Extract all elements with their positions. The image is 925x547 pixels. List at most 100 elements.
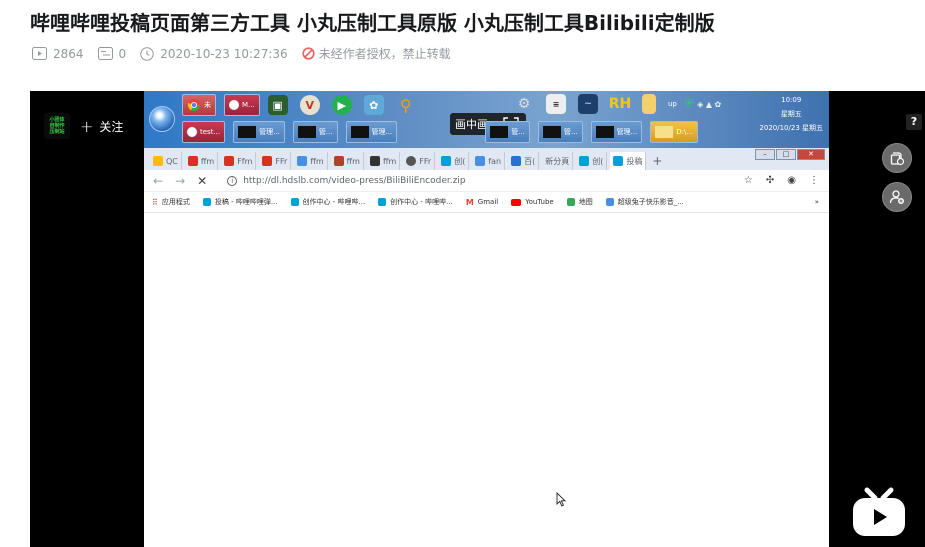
app-icon [229,100,239,110]
tab-favicon [153,156,163,166]
info-icon: i [227,175,238,186]
video-player[interactable]: 小团体 自制作 压制站 + 关注 未 M... ▣ V ▶ ✿ ⚲ 10:09 … [30,91,925,547]
window-thumb [595,126,614,138]
window-controls: – □ ✕ [754,149,825,160]
bilibili-icon [378,198,387,206]
bilibili-icon [290,198,299,206]
watch-later-button[interactable] [882,143,912,173]
mouse-cursor-icon [556,492,566,507]
taskbar-window-1: test... [182,121,226,143]
clock-weekday: 星期五 [780,110,802,118]
taskbar-right-icons: ⚙ ≡ ~ RH up ⛨ ◈ ▲ ✿ [514,94,721,114]
danmaku-icon [97,47,113,60]
avatar-text-3: 压制站 [49,129,65,135]
tab-label: ffm [346,156,360,166]
tab-favicon [613,156,624,166]
window-thumb [238,126,257,138]
tab-favicon [262,156,273,166]
close-icon: ✕ [797,149,825,160]
play-icon: ▶ [331,95,352,115]
avatar[interactable]: 小团体 自制作 压制站 [44,113,70,139]
taskbar-window-6-label: 管... [563,128,578,136]
bookmark-label: 超级兔子快乐影音_... [617,198,684,206]
tab-favicon [187,156,198,166]
tab-favicon [475,156,486,166]
tray-icons: ◈ ▲ ✿ [697,99,722,109]
tab-favicon [406,156,417,166]
tab-favicon [333,156,344,166]
windows-start-icon [149,106,175,132]
tab-label: FFr [419,156,432,166]
browser-tab: ffm [294,152,328,170]
help-icon[interactable]: ? [906,114,922,130]
taskbar-window-1-label: test... [200,128,221,136]
forward-icon: → [175,173,186,188]
browser-tab: fan [472,152,506,170]
terminal-icon: ▣ [267,95,288,115]
menu-icon: ⋮ [809,175,819,186]
window-thumb [297,126,316,138]
taskbar-app-m: M... [224,94,260,116]
minimize-icon: – [755,149,775,160]
publish-time: 2020-10-23 10:27:36 [140,46,288,61]
monitor-icon: ~ [578,94,598,114]
bookmark-label: 创作中心 - 哔哩哔... [302,198,366,206]
bookmark-item: 创作中心 - 哔哩哔... [290,197,366,207]
chrome-tab-strip: QC ffm Ffm FFr ffm ffm ffm FFr 创( fan 百(… [144,148,829,170]
copyright-notice-text: 未经作者授权，禁止转载 [318,47,451,61]
add-user-icon [889,190,904,204]
clock-icon [140,46,154,61]
tab-label: 投稿 [626,156,643,166]
bookmark-item: 超级兔子快乐影音_... [605,197,684,207]
browser-tab: 新分頁 [542,152,574,170]
chrome-icon [187,99,200,112]
danmaku-count: 0 [97,46,127,61]
browser-tab: Ffm [221,152,257,170]
browser-tab: ffm [367,152,401,170]
tab-label: ffm [200,156,215,166]
system-clock: 10:09 星期五 2020/10/23 星期五 [759,93,823,135]
opera-icon: V [299,95,320,115]
browser-tab: 投稿 [610,152,647,170]
screen-recording: 未 M... ▣ V ▶ ✿ ⚲ 10:09 星期五 2020/10/23 星期… [144,91,829,547]
follow-button[interactable]: + 关注 [80,117,123,136]
browser-tab: ffm [185,152,219,170]
browser-tab: 百( [508,152,540,170]
taskbar-app-chrome-label: 未 [204,101,211,109]
bookmark-label: Gmail [477,198,499,206]
rh-icon: RH [608,96,632,112]
view-count: 2864 [32,47,84,61]
tab-favicon [224,156,235,166]
taskbar-window-6: 管... [537,121,583,143]
clock-date: 2020/10/23 星期五 [759,124,823,132]
search-icon: ⚲ [399,95,412,115]
video-title: 哔哩哔哩投稿页面第三方工具 小丸压制工具原版 小丸压制工具Bilibili定制版 [30,11,715,35]
page: 哔哩哔哩投稿页面第三方工具 小丸压制工具原版 小丸压制工具Bilibili定制版… [0,0,925,547]
taskbar-window-2: 管理... [233,121,285,143]
bookmark-item: ⠿ 应用程式 [152,197,190,207]
settings-icon: ✿ [363,95,384,115]
bookmark-item: YouTube [511,198,554,206]
taskbar-window-5-label: 管... [511,128,525,136]
maximize-icon: □ [776,149,796,160]
add-user-button[interactable] [882,182,912,212]
taskbar-app-m-label: M... [242,101,255,109]
bilibili-icon [202,198,211,206]
no-repost-icon [302,47,315,60]
bookmark-item: 创作中心 - 哔哩哔... [378,197,453,207]
bookmark-label: 创作中心 - 哔哩哔... [390,198,453,206]
star-icon: ☆ [743,175,753,186]
bookmark-label: 应用程式 [161,198,190,206]
taskbar-window-5: 管... [485,121,530,143]
tab-favicon [297,156,308,166]
document-icon: ≡ [546,94,566,114]
taskbar-app-chrome: 未 [182,94,216,116]
tab-label: Ffm [237,156,253,166]
extensions-icon: ✣ [765,175,775,186]
watch-later-icon [890,152,905,166]
copyright-notice: 未经作者授权，禁止转载 [302,45,451,62]
tab-label: 创( [454,156,466,166]
tab-favicon [511,156,522,166]
window-thumb [542,126,561,138]
danmaku-count-value: 0 [118,46,127,61]
